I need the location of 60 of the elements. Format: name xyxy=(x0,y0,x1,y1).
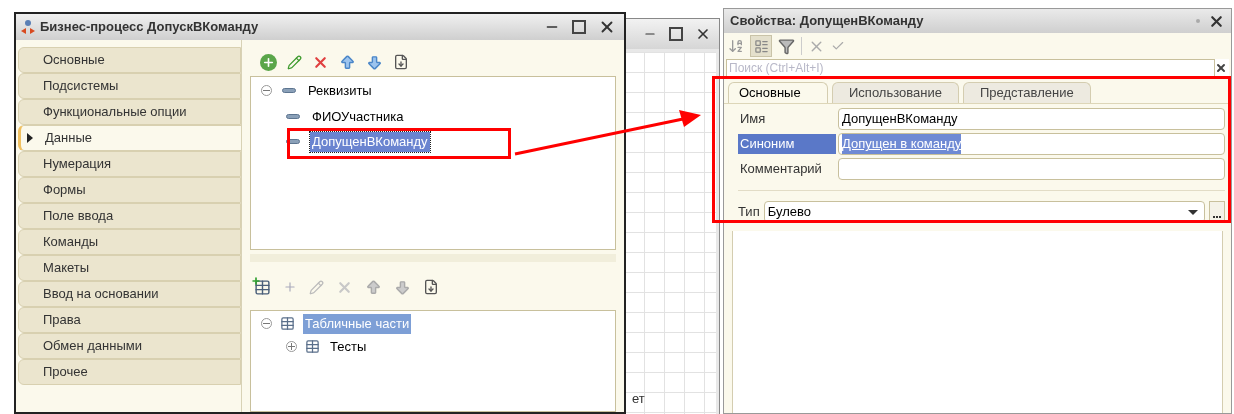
section-tab[interactable]: Функциональные опции xyxy=(18,99,241,125)
dropdown-icon[interactable] xyxy=(1188,209,1198,215)
section-tab[interactable]: Основные xyxy=(18,47,241,73)
window-title: Свойства: ДопущенВКоманду xyxy=(730,12,925,31)
field-label: Комментарий xyxy=(739,160,823,179)
canvas-text: ет xyxy=(631,389,646,408)
clear-icon[interactable] xyxy=(1215,62,1227,74)
section-tab[interactable]: Поле ввода xyxy=(18,203,241,229)
filter-icon[interactable] xyxy=(778,37,795,55)
field-label: Синоним xyxy=(738,134,836,154)
selected-marker-icon xyxy=(27,133,33,143)
move-up-icon[interactable] xyxy=(339,53,356,71)
select-button[interactable] xyxy=(1209,201,1225,223)
type-dropdown[interactable]: Булево xyxy=(763,201,1205,223)
section-tab[interactable]: Нумерация xyxy=(18,151,241,177)
property-tab[interactable]: Использование xyxy=(832,82,959,103)
property-tab[interactable]: Представление xyxy=(962,82,1091,103)
window-title: Бизнес-процесс ДопускВКоманду xyxy=(40,18,260,37)
section-tab[interactable]: Макеты xyxy=(18,255,241,281)
edit-icon xyxy=(309,279,324,295)
sort-icon[interactable] xyxy=(393,54,409,70)
add-icon[interactable] xyxy=(260,53,277,71)
move-up-icon xyxy=(365,278,382,296)
list-icon xyxy=(753,38,769,54)
maximize-icon[interactable] xyxy=(669,27,683,41)
section-tab[interactable]: Формы xyxy=(18,177,241,203)
section-tab[interactable]: Права xyxy=(18,307,241,333)
move-down-icon[interactable] xyxy=(366,53,383,71)
section-tab[interactable]: Обмен данными xyxy=(18,333,241,359)
property-tab[interactable]: Основные xyxy=(728,82,828,103)
categories-button[interactable] xyxy=(750,35,772,57)
add-table-icon[interactable] xyxy=(254,278,271,296)
sort-alphabet-icon[interactable] xyxy=(728,38,744,54)
tree-item[interactable]: Тесты xyxy=(328,336,369,356)
text-field[interactable] xyxy=(838,158,1225,180)
close-icon[interactable] xyxy=(695,26,711,42)
expand-icon[interactable] xyxy=(286,340,297,352)
tree-item[interactable]: ФИОУчастника xyxy=(310,106,406,126)
section-tab[interactable]: Ввод на основании xyxy=(18,281,241,307)
section-tab[interactable]: Команды xyxy=(18,229,241,255)
add-column-icon xyxy=(283,280,297,294)
tree-item[interactable]: ДопущенВКоманду xyxy=(310,132,430,152)
table-icon xyxy=(280,316,295,332)
sort-icon[interactable] xyxy=(423,279,439,295)
attribute-icon xyxy=(286,113,300,119)
process-icon xyxy=(20,19,36,35)
field-label: Тип xyxy=(738,203,760,222)
maximize-icon[interactable] xyxy=(572,20,586,34)
edit-icon[interactable] xyxy=(287,54,302,70)
tree-item[interactable]: Реквизиты xyxy=(306,81,374,101)
move-down-icon xyxy=(394,278,411,296)
confirm-icon xyxy=(831,39,845,53)
attribute-icon xyxy=(282,88,296,94)
text-field[interactable]: ДопущенВКоманду xyxy=(838,108,1225,130)
search-field[interactable]: Поиск (Ctrl+Alt+I) xyxy=(726,59,1215,77)
table-icon xyxy=(305,338,320,354)
field-label: Имя xyxy=(739,110,767,129)
section-tab[interactable]: Прочее xyxy=(18,359,241,385)
section-tab[interactable]: Подсистемы xyxy=(18,73,241,99)
section-tab[interactable]: Данные xyxy=(18,125,241,151)
